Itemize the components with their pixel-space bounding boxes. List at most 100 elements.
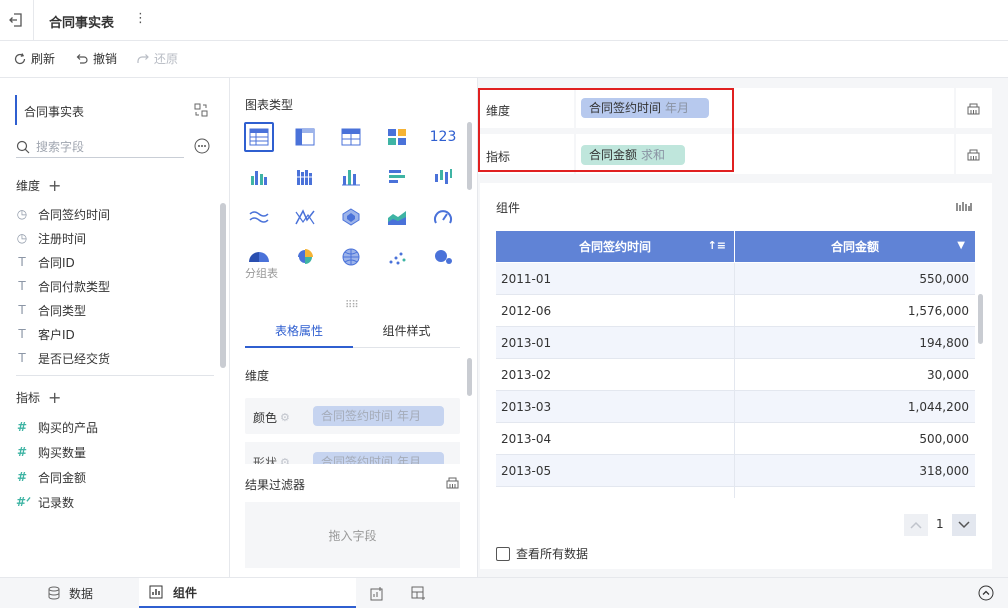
area-chart-icon[interactable]: [382, 202, 412, 232]
field-label: 是否已经交货: [38, 351, 111, 366]
radar-chart-icon[interactable]: [336, 202, 366, 232]
ind-settings-icon[interactable]: [966, 147, 981, 161]
dimension-field[interactable]: T 合同ID: [16, 252, 74, 272]
gear-icon[interactable]: ⚙: [280, 456, 290, 464]
shape-pill-name: 合同签约时间: [321, 455, 394, 464]
collapse-up-icon[interactable]: [978, 585, 994, 601]
refresh-button[interactable]: 刷新: [13, 50, 55, 67]
shape-label: 形状: [253, 456, 278, 464]
add-dimension-icon[interactable]: +: [48, 176, 61, 195]
cross-table-icon[interactable]: [336, 122, 366, 152]
more-menu-icon[interactable]: ⋮: [134, 11, 147, 26]
polyline-chart-icon[interactable]: [290, 202, 320, 232]
sort-asc-icon[interactable]: ↑≡: [708, 239, 726, 252]
cell-amount: 400,000: [735, 496, 975, 499]
table-row[interactable]: 2013-07400,000: [496, 487, 975, 498]
stacked-bar-icon[interactable]: [290, 162, 320, 192]
exit-icon[interactable]: [8, 12, 24, 28]
dimension-field[interactable]: T 合同类型: [16, 300, 86, 320]
chart-switch-icon[interactable]: [956, 200, 972, 214]
chevron-down-icon: [958, 521, 970, 529]
line-chart-icon[interactable]: [244, 202, 274, 232]
dimension-field[interactable]: T 合同付款类型: [16, 276, 110, 296]
indicator-field[interactable]: #ᐟ 记录数: [16, 492, 74, 512]
gauge-chart-icon[interactable]: [428, 202, 458, 232]
indicator-field[interactable]: # 合同金额: [16, 467, 86, 487]
shape-label-group: 形状 ⚙: [253, 454, 290, 464]
table-scrollbar[interactable]: [978, 294, 983, 344]
detail-table-icon[interactable]: [290, 122, 320, 152]
undo-button[interactable]: 撤销: [75, 50, 117, 67]
dim-settings-icon[interactable]: [966, 101, 981, 115]
more-options-icon[interactable]: [194, 138, 210, 154]
gear-icon[interactable]: ⚙: [280, 411, 290, 424]
undo-label: 撤销: [93, 52, 118, 66]
table-row[interactable]: 2013-03 1,044,200: [496, 391, 975, 423]
table-chart-icon[interactable]: [244, 122, 274, 152]
table-name[interactable]: 合同事实表: [24, 103, 84, 120]
kpi-grid-icon[interactable]: [382, 122, 412, 152]
tab-table-properties[interactable]: 表格属性: [245, 314, 353, 348]
dimension-field[interactable]: ◷ 注册时间: [16, 228, 86, 248]
scrollbar[interactable]: [467, 358, 472, 396]
tab-data[interactable]: 数据: [0, 578, 139, 608]
color-field-pill[interactable]: 合同签约时间 年月: [313, 406, 444, 426]
switch-table-icon[interactable]: [194, 103, 208, 117]
tab-component-style[interactable]: 组件样式: [353, 314, 460, 348]
rose-chart-icon[interactable]: [290, 242, 320, 272]
hash-icon: #: [16, 420, 28, 434]
dimension-field[interactable]: T 是否已经交货: [16, 348, 110, 368]
search-box[interactable]: 搜索字段: [16, 136, 184, 158]
table-row[interactable]: 2013-02 30,000: [496, 359, 975, 391]
shape-field-pill[interactable]: 合同签约时间 年月: [313, 452, 444, 464]
drag-handle-icon[interactable]: ⠿⠿: [345, 300, 359, 311]
dropdown-icon[interactable]: ▼: [957, 240, 965, 251]
pie-chart-icon[interactable]: [244, 242, 274, 262]
shape-field-row[interactable]: 形状 ⚙ 合同签约时间 年月: [245, 442, 460, 464]
header-contract-date[interactable]: 合同签约时间 ↑≡: [496, 231, 734, 262]
field-label: 购买数量: [38, 445, 87, 460]
table-row[interactable]: 2013-04 500,000: [496, 423, 975, 455]
chart-type-title: 图表类型: [245, 98, 294, 112]
indicator-field[interactable]: # 购买的产品: [16, 417, 98, 437]
bubble-chart-icon[interactable]: [428, 242, 458, 272]
shape-pill-sub: 年月: [397, 455, 422, 464]
redo-button[interactable]: 还原: [136, 50, 178, 67]
bar-chart-icon[interactable]: [336, 162, 366, 192]
prev-page-button[interactable]: [904, 514, 928, 536]
horizontal-bar-icon[interactable]: [382, 162, 412, 192]
cell-amount: 30,000: [927, 367, 969, 382]
table-row[interactable]: 2013-01 194,800: [496, 327, 975, 359]
filter-config-icon[interactable]: [445, 475, 460, 489]
indicator-field[interactable]: # 购买数量: [16, 442, 86, 462]
next-page-button[interactable]: [952, 514, 976, 536]
grouped-bar-icon[interactable]: [244, 162, 274, 192]
scrollbar[interactable]: [467, 122, 472, 190]
map-chart-icon[interactable]: [336, 242, 366, 272]
scrollbar[interactable]: [220, 203, 226, 368]
add-dashboard-icon[interactable]: [411, 586, 426, 601]
config-panel: 图表类型 123 分组表 ⠿⠿ 表格属性 组件样式 维度 颜色 ⚙ 合同签约时间…: [230, 78, 478, 577]
add-component-icon[interactable]: [370, 586, 385, 601]
range-bar-icon[interactable]: [428, 162, 458, 192]
text-type-icon: T: [18, 327, 26, 341]
header-contract-amount[interactable]: 合同金额 ▼: [735, 231, 975, 262]
cell-date: 2013-05: [496, 455, 735, 486]
refresh-label: 刷新: [31, 52, 56, 66]
filter-drop-zone[interactable]: 拖入字段: [245, 502, 460, 568]
table-row[interactable]: 2012-06 1,576,000: [496, 295, 975, 327]
view-all-data[interactable]: 查看所有数据: [496, 545, 588, 562]
view-all-checkbox[interactable]: [496, 546, 510, 561]
clock-icon: ◷: [16, 207, 28, 221]
dimension-field[interactable]: ◷ 合同签约时间: [16, 204, 110, 224]
search-input[interactable]: 搜索字段: [36, 138, 84, 155]
add-indicator-icon[interactable]: +: [48, 388, 61, 407]
group-table-label: 分组表: [245, 267, 278, 280]
scatter-chart-icon[interactable]: [382, 242, 412, 272]
table-row[interactable]: 2011-01 550,000: [496, 263, 975, 295]
table-row[interactable]: 2013-05 318,000: [496, 455, 975, 487]
dimension-field[interactable]: T 客户ID: [16, 324, 74, 344]
indicator-title: 指标: [16, 391, 41, 405]
number-kpi-icon[interactable]: 123: [428, 122, 458, 152]
tab-component[interactable]: 组件: [139, 578, 356, 608]
